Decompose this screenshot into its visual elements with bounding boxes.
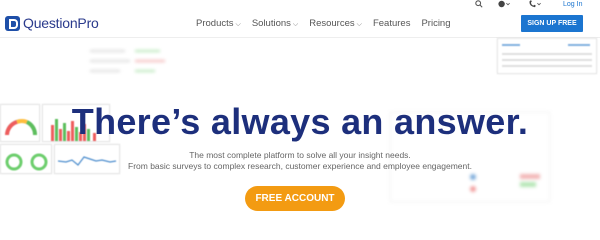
nav-item-resources[interactable]: Resources ⌵ xyxy=(309,18,362,29)
chevron-down-icon: ⌵ xyxy=(292,21,299,28)
nav-item-products[interactable]: Products ⌵ xyxy=(196,18,241,29)
main-nav: QuestionPro Products ⌵ Solutions ⌵ Resourc… xyxy=(0,12,600,38)
logo[interactable]: QuestionPro xyxy=(5,15,99,31)
globe-icon[interactable] xyxy=(497,0,511,11)
nav-item-solutions[interactable]: Solutions ⌵ xyxy=(252,18,298,29)
logo-icon xyxy=(5,15,20,31)
nav-item-features[interactable]: Features xyxy=(373,18,411,29)
nav-label: Resources xyxy=(309,18,355,29)
login-link[interactable]: Log In xyxy=(563,0,582,9)
chevron-down-icon: ⌵ xyxy=(235,21,241,28)
nav-menu: Products ⌵ Solutions ⌵ Resources ⌵ Features… xyxy=(196,18,451,29)
search-icon[interactable] xyxy=(475,0,483,11)
background-dashboard-top xyxy=(40,42,200,92)
free-account-button[interactable]: FREE ACCOUNT xyxy=(245,186,345,211)
brand-name: QuestionPro xyxy=(23,15,99,31)
phone-icon[interactable] xyxy=(528,0,542,11)
nav-label: Features xyxy=(372,18,411,29)
hero-headline: There’s always an answer. xyxy=(71,101,529,142)
hero-subtitle-line2: From basic surveys to complex research, … xyxy=(128,161,472,171)
signup-button[interactable]: SIGN UP FREE xyxy=(521,15,583,32)
chevron-down-icon: ⌵ xyxy=(356,21,362,28)
utility-bar: Log In xyxy=(0,0,600,10)
hero-subtitle-line1: The most complete platform to solve all … xyxy=(189,150,411,160)
nav-item-pricing[interactable]: Pricing xyxy=(421,18,450,29)
nav-label: Products xyxy=(196,18,234,29)
nav-label: Pricing xyxy=(421,18,451,29)
nav-label: Solutions xyxy=(251,18,291,29)
background-panel-right-top xyxy=(497,38,600,74)
